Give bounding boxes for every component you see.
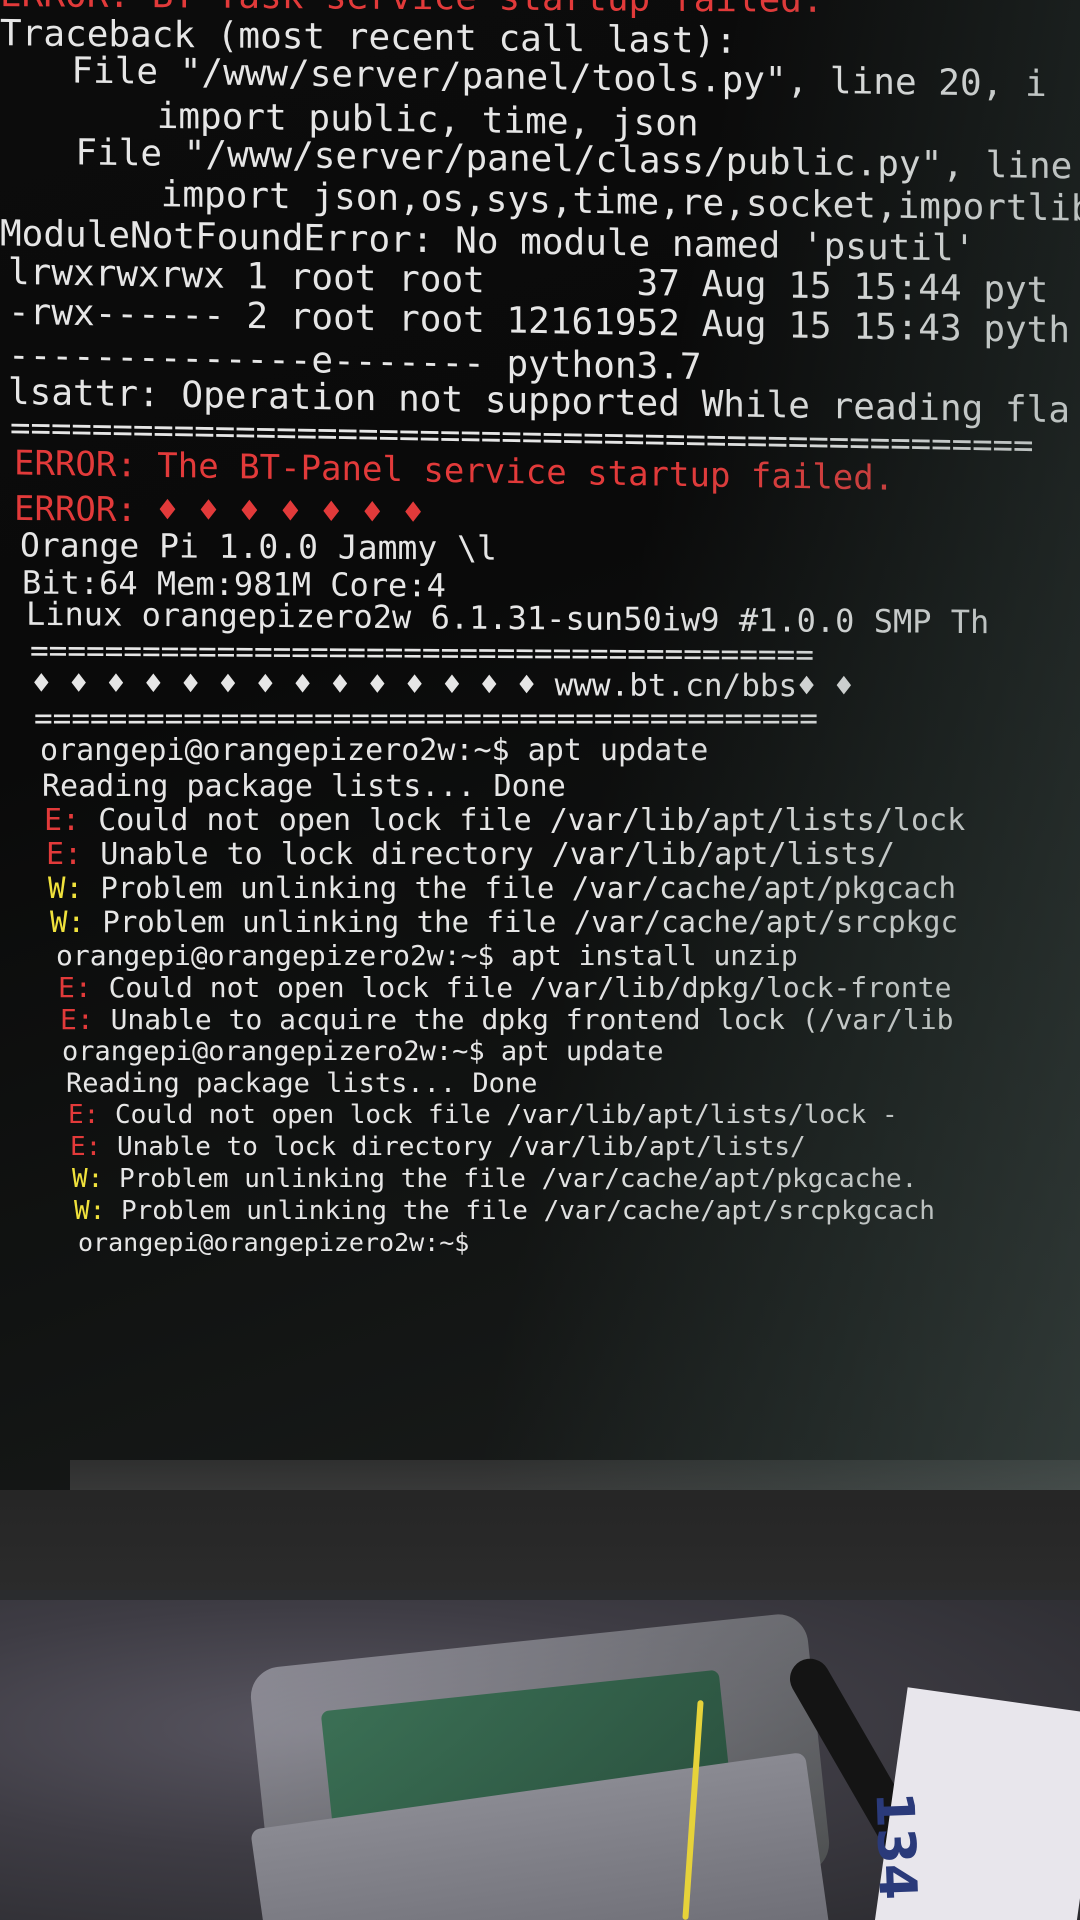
terminal-line-text: Reading package lists... Done <box>66 1068 538 1099</box>
terminal-line-text: Problem unlinking the file /var/cache/ap… <box>100 871 956 905</box>
warning-prefix: W: <box>50 905 103 939</box>
warning-prefix: W: <box>72 1164 119 1194</box>
terminal-line-text: ♦ ♦ ♦ ♦ ♦ ♦ ♦ ♦ ♦ ♦ ♦ ♦ ♦ ♦ www.bt.cn/bb… <box>32 665 854 705</box>
terminal-output[interactable]: ERROR: BT Task service startup failed.Tr… <box>0 0 1080 1480</box>
terminal-line-text: Orange Pi 1.0.0 Jammy \l <box>20 525 497 568</box>
terminal-line-text: Could not open lock file /var/lib/dpkg/l… <box>108 971 952 1004</box>
terminal-line: orangepi@orangepizero2w:~$ <box>78 1228 469 1268</box>
photo-scene: ERROR: BT Task service startup failed.Tr… <box>0 0 1080 1920</box>
label-card: 134 11 <box>864 1687 1080 1920</box>
terminal-line-text: Problem unlinking the file /var/cache/ap… <box>118 1164 918 1194</box>
error-prefix: E: <box>46 837 101 872</box>
terminal-line-text: orangepi@orangepizero2w:~$ <box>78 1228 470 1257</box>
terminal-line-text: Unable to lock directory /var/lib/apt/li… <box>116 1132 806 1162</box>
terminal-line-text: Problem unlinking the file /var/cache/ap… <box>102 905 958 939</box>
terminal-line-text: Unable to lock directory /var/lib/apt/li… <box>100 837 895 872</box>
terminal-line-text: ========================================… <box>34 701 818 737</box>
terminal-line-text: orangepi@orangepizero2w:~$ apt update <box>62 1036 664 1067</box>
error-prefix: E: <box>60 1003 111 1036</box>
terminal-line-text: orangepi@orangepizero2w:~$ apt update <box>40 733 709 768</box>
terminal-line-text: Could not open lock file /var/lib/apt/li… <box>114 1100 898 1130</box>
terminal-line-text: Problem unlinking the file /var/cache/ap… <box>120 1196 935 1226</box>
error-prefix: E: <box>44 803 99 838</box>
warning-prefix: W: <box>74 1196 121 1226</box>
terminal-line-text: Reading package lists... Done <box>42 769 566 804</box>
terminal-line-text: Unable to acquire the dpkg frontend lock… <box>110 1003 954 1036</box>
terminal-line: orangepi@orangepizero2w:~$ apt update <box>40 734 708 774</box>
label-card-text: 134 11 <box>863 1790 931 1920</box>
screen-bottom-strip <box>70 1460 1080 1490</box>
monitor-screen: ERROR: BT Task service startup failed.Tr… <box>0 0 1080 1490</box>
warning-prefix: W: <box>48 871 101 905</box>
error-prefix: E: <box>70 1132 117 1162</box>
terminal-line-text: Could not open lock file /var/lib/apt/li… <box>98 803 966 838</box>
error-prefix: E: <box>68 1100 115 1130</box>
error-prefix: E: <box>58 971 109 1004</box>
terminal-line-text: orangepi@orangepizero2w:~$ apt install u… <box>56 939 798 972</box>
